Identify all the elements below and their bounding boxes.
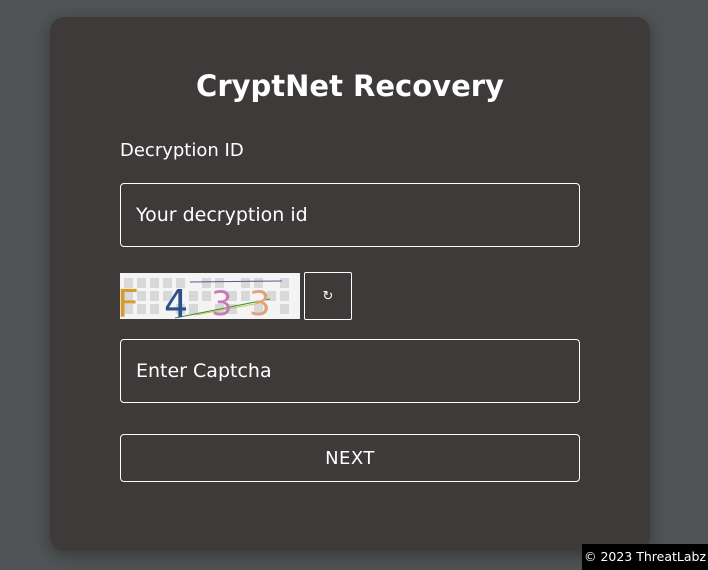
refresh-captcha-button[interactable]: ↻ bbox=[304, 272, 352, 320]
decryption-id-input[interactable] bbox=[120, 183, 580, 247]
captcha-char: 4 bbox=[164, 282, 188, 319]
captcha-char: F bbox=[120, 282, 139, 319]
page-title: CryptNet Recovery bbox=[196, 69, 504, 103]
captcha-char: 3 bbox=[211, 284, 233, 319]
captcha-char: 3 bbox=[249, 284, 271, 319]
next-button[interactable]: NEXT bbox=[120, 434, 580, 482]
captcha-input[interactable] bbox=[120, 339, 580, 403]
copyright-watermark: © 2023 ThreatLabz bbox=[582, 544, 708, 570]
captcha-image: F 4 3 3 bbox=[120, 273, 300, 319]
recovery-card: CryptNet Recovery Decryption ID Your dec… bbox=[50, 17, 650, 551]
refresh-icon: ↻ bbox=[322, 288, 334, 304]
decryption-id-label: Decryption ID bbox=[120, 140, 244, 161]
